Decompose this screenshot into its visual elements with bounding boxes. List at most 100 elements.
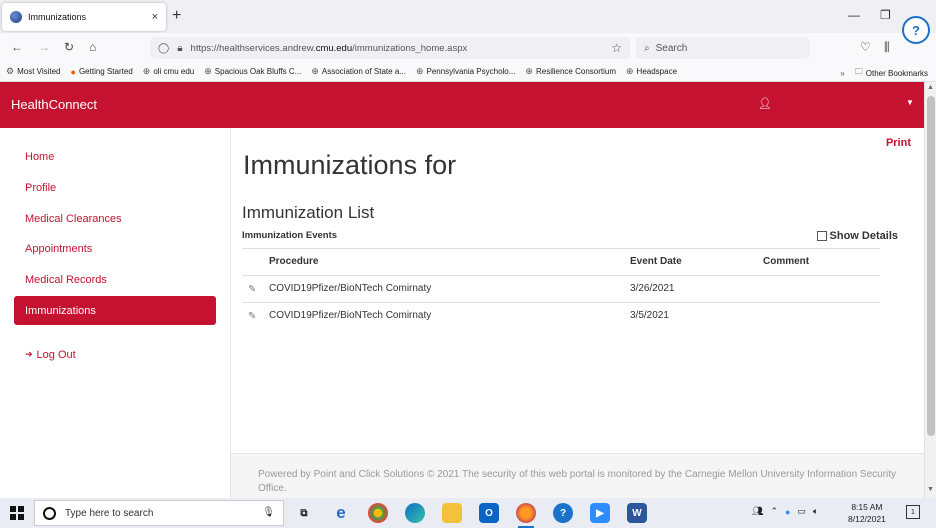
zoom-tray-icon[interactable]: ● (785, 507, 790, 517)
show-details-toggle[interactable]: Show Details (816, 230, 898, 242)
extension-assistant-icon[interactable]: ? (902, 16, 930, 44)
sidebar-item-profile[interactable]: Profile (14, 173, 216, 202)
word-icon[interactable]: W (627, 503, 647, 523)
sidebar-item-home[interactable]: Home (14, 142, 216, 171)
clock-date: 8/12/2021 (848, 514, 886, 524)
page-scrollbar[interactable]: ▲ ▼ (924, 82, 936, 498)
shield-icon[interactable]: ◯ (158, 43, 169, 54)
app-header: HealthConnect 👤︎ ▼ (0, 82, 924, 128)
caret-down-icon[interactable]: ▼ (906, 98, 914, 107)
taskbar-search-input[interactable]: Type here to search 🎙︎ (34, 500, 284, 526)
sidebar-item-immunizations[interactable]: Immunizations (14, 296, 216, 325)
browser-search-input[interactable]: ⌕ Search (636, 37, 810, 59)
gear-icon: ⚙ (6, 66, 15, 76)
search-icon: ⌕ (644, 42, 650, 54)
show-details-label: Show Details (829, 230, 898, 242)
bookmark-item[interactable]: ⚙ Most Visited (6, 66, 61, 77)
bookmark-star-icon[interactable]: ☆ (611, 41, 622, 55)
home-icon[interactable]: ⌂ (89, 40, 96, 54)
browser-tab[interactable]: Immunizations × (2, 3, 166, 31)
chevron-right-icon[interactable]: » (840, 69, 844, 78)
browser-tab-bar: Immunizations × + — ❐ (0, 0, 936, 33)
tab-close-icon[interactable]: × (152, 11, 158, 23)
site-favicon-icon (10, 11, 22, 23)
forward-arrow-icon[interactable]: → (38, 40, 50, 54)
search-placeholder: Search (655, 42, 688, 54)
other-bookmarks[interactable]: Other Bookmarks (866, 69, 928, 78)
procedure-cell: COVID19Pfizer/BioNTech Comirnaty (269, 310, 432, 321)
chevron-up-icon[interactable]: ⌃ (770, 506, 778, 517)
lock-icon[interactable]: 🔒︎ (177, 43, 182, 54)
folder-icon: 🗀︎ (854, 67, 863, 76)
scroll-up-icon[interactable]: ▲ (927, 84, 934, 91)
reload-icon[interactable]: ↻ (64, 40, 74, 54)
bookmark-item[interactable]: ⊕ Resilience Consortium (525, 66, 616, 77)
task-view-icon[interactable]: ⧉ (294, 503, 314, 523)
sidebar-item-appointments[interactable]: Appointments (14, 234, 216, 263)
system-tray: 👥︎ ⌃ ● ▭ 🔈︎ (752, 506, 825, 517)
immunization-table: Procedure Event Date Comment ✎ COVID19Pf… (242, 248, 880, 329)
logout-icon: ➜ (25, 349, 33, 359)
event-date-cell: 3/5/2021 (630, 310, 669, 321)
microphone-icon[interactable]: 🎙︎ (262, 507, 275, 518)
bookmark-item[interactable]: ⊕ oli cmu edu (143, 66, 194, 77)
outlook-icon[interactable]: O (479, 503, 499, 523)
table-row: ✎ COVID19Pfizer/BioNTech Comirnaty 3/5/2… (242, 302, 880, 329)
globe-icon: ⊕ (204, 66, 212, 76)
event-date-cell: 3/26/2021 (630, 283, 675, 294)
section-title: Immunization List (242, 203, 375, 222)
url-text[interactable]: https://healthservices.andrew.cmu.edu/im… (191, 43, 612, 54)
bookmark-item[interactable]: ⊕ Association of State a... (311, 66, 406, 77)
procedure-cell: COVID19Pfizer/BioNTech Comirnaty (269, 283, 432, 294)
restore-icon[interactable]: ❐ (880, 8, 891, 22)
bookmarks-bar: ⚙ Most Visited ● Getting Started ⊕ oli cmu … (0, 62, 936, 82)
clock-time: 8:15 AM (851, 502, 883, 512)
edit-pencil-icon[interactable]: ✎ (248, 284, 262, 295)
show-details-checkbox[interactable] (816, 231, 827, 241)
scroll-down-icon[interactable]: ▼ (927, 486, 934, 493)
bookmark-item[interactable]: ⊕ Spacious Oak Bluffs C... (204, 66, 301, 77)
windows-start-icon[interactable] (10, 506, 24, 520)
logout-link[interactable]: ➜ Log Out (14, 340, 216, 369)
table-header-row: Procedure Event Date Comment (242, 248, 880, 275)
library-icon[interactable]: ⫼ (884, 40, 890, 55)
new-tab-button[interactable]: + (172, 7, 181, 25)
volume-icon[interactable]: 🔈︎ (813, 506, 818, 517)
column-header-procedure: Procedure (269, 256, 319, 267)
bookmark-item[interactable]: ⊕ Pennsylvania Psycholo... (416, 66, 515, 77)
edge-icon[interactable] (405, 503, 425, 523)
chrome-icon[interactable] (368, 503, 388, 523)
minimize-icon[interactable]: — (848, 8, 860, 22)
pocket-icon[interactable]: ♡ (860, 40, 871, 54)
bookmark-item[interactable]: ● Getting Started (71, 67, 133, 77)
globe-icon: ⊕ (311, 66, 319, 76)
tab-title: Immunizations (28, 12, 87, 22)
notifications-icon[interactable]: 1 (906, 505, 920, 519)
cortana-icon (43, 506, 56, 520)
sidebar-item-medical-clearances[interactable]: Medical Clearances (14, 204, 216, 233)
zoom-icon[interactable]: ▶ (590, 503, 610, 523)
edit-pencil-icon[interactable]: ✎ (248, 311, 262, 322)
globe-icon: ⊕ (626, 66, 634, 76)
firefox-icon: ● (70, 66, 76, 77)
battery-icon[interactable]: ▭ (797, 506, 806, 517)
globe-icon: ⊕ (142, 66, 151, 76)
file-explorer-icon[interactable] (442, 503, 462, 523)
user-icon[interactable]: 👤︎ (758, 97, 772, 110)
assistant-app-icon[interactable]: ? (553, 503, 573, 523)
firefox-icon[interactable] (516, 503, 536, 528)
print-link[interactable]: Print (886, 137, 911, 149)
back-arrow-icon[interactable]: ← (11, 40, 23, 54)
people-icon[interactable]: 👥︎ (752, 506, 763, 517)
globe-icon: ⊕ (415, 66, 424, 76)
bookmark-item[interactable]: ⊕ Headspace (626, 66, 677, 77)
address-bar[interactable]: ◯ 🔒︎ https://healthservices.andrew.cmu.e… (150, 37, 630, 59)
scrollbar-thumb[interactable] (927, 96, 935, 436)
sidebar: Home Profile Medical Clearances Appointm… (0, 128, 231, 498)
sidebar-item-medical-records[interactable]: Medical Records (14, 265, 216, 294)
system-clock[interactable]: 8:15 AM 8/12/2021 (848, 501, 886, 525)
table-row: ✎ COVID19Pfizer/BioNTech Comirnaty 3/26/… (242, 275, 880, 302)
brand-title[interactable]: HealthConnect (11, 97, 97, 112)
edge-legacy-icon[interactable]: e (331, 503, 351, 523)
page-footer: Powered by Point and Click Solutions © 2… (231, 453, 924, 498)
